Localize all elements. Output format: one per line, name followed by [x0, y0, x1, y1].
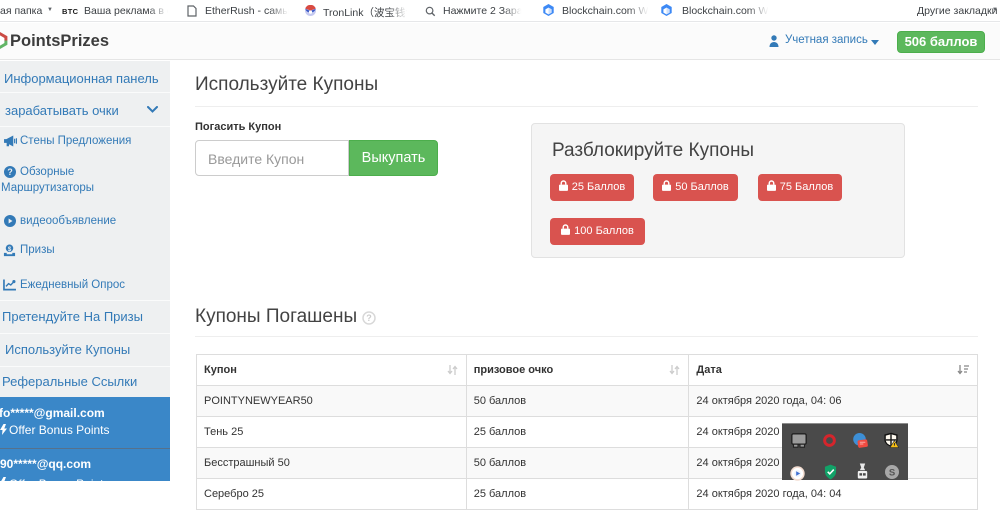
svg-text:?: ?: [7, 167, 12, 177]
svg-text:S: S: [889, 468, 895, 479]
svg-text:?: ?: [366, 313, 372, 323]
